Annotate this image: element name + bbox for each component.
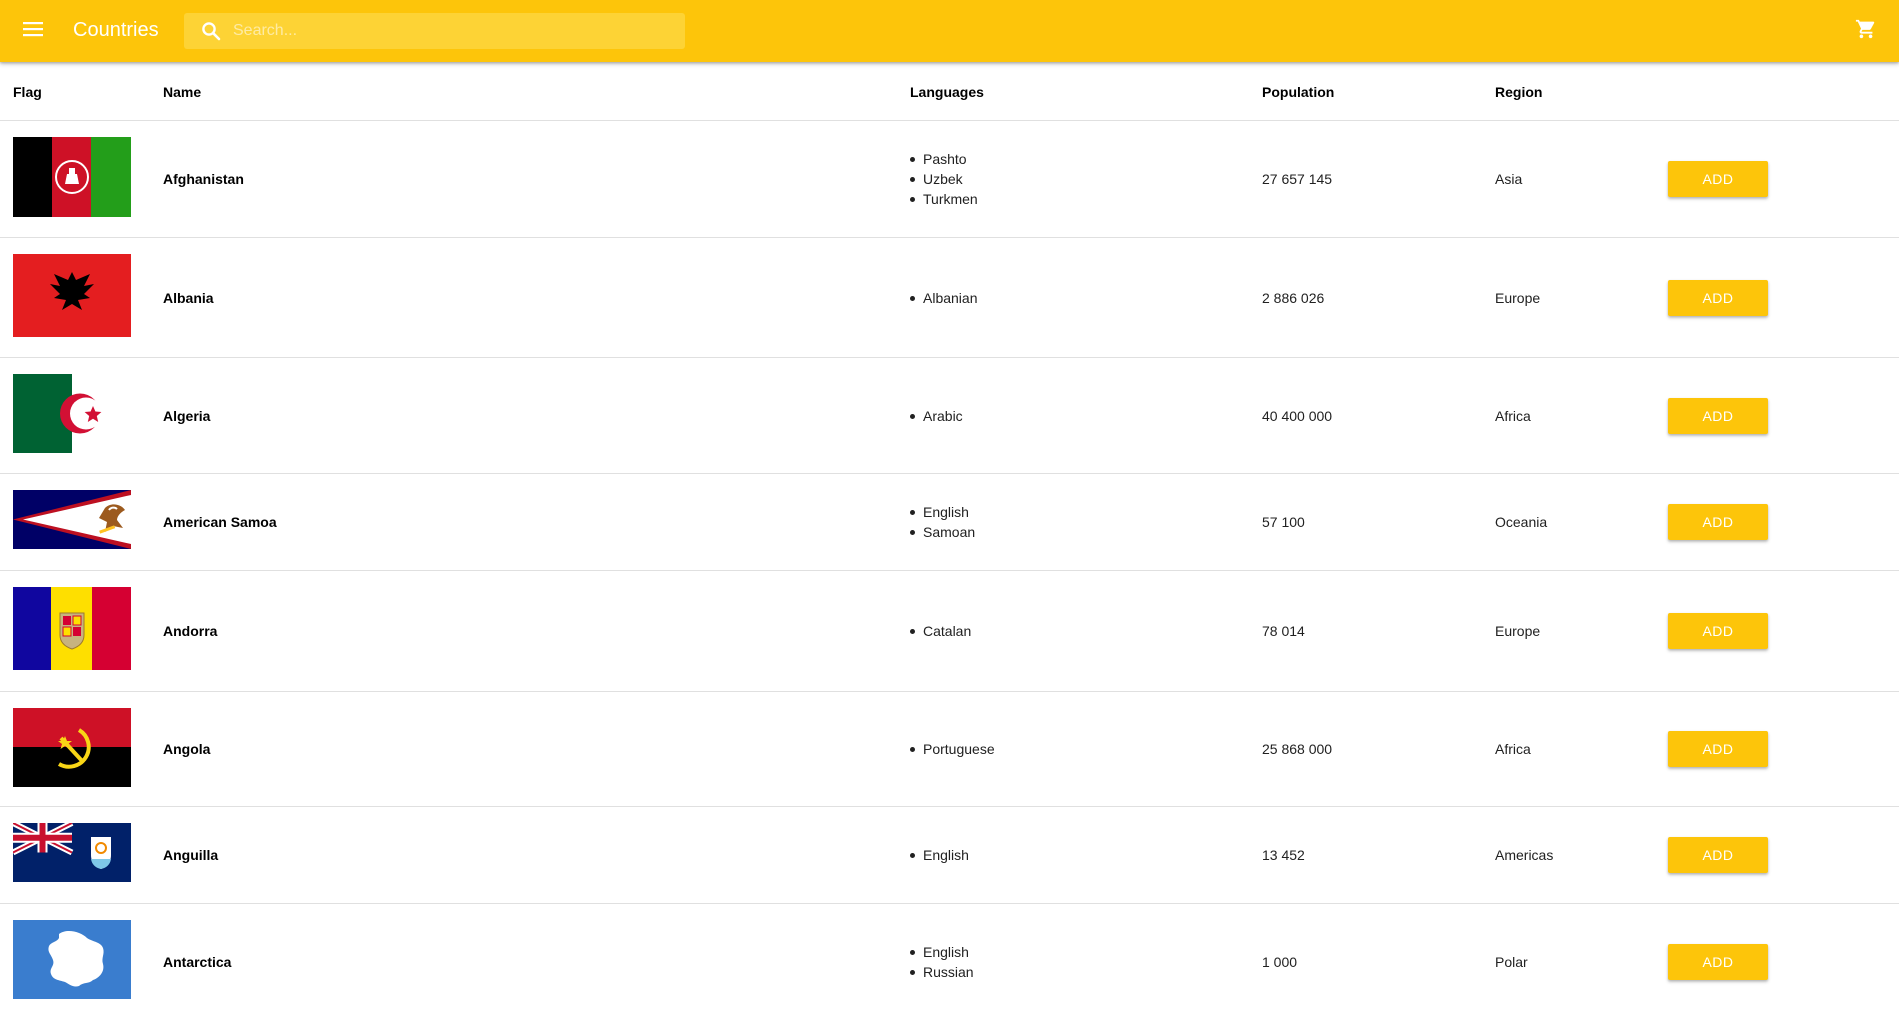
header-languages: Languages — [910, 84, 984, 100]
language-item: Russian — [910, 962, 974, 982]
language-item: English — [910, 845, 969, 865]
header-name: Name — [163, 84, 202, 100]
search-icon — [201, 21, 221, 41]
country-name: Afghanistan — [163, 171, 244, 187]
population-value: 78 014 — [1262, 623, 1305, 639]
region-value: Asia — [1495, 171, 1523, 187]
app-toolbar: Countries — [0, 0, 1899, 62]
population-value: 13 452 — [1262, 847, 1305, 863]
table-row: Angola Portuguese 25 868 000 Africa ADD — [0, 692, 1899, 807]
table-row: Algeria Arabic 40 400 000 Africa ADD — [0, 358, 1899, 474]
add-button[interactable]: ADD — [1668, 613, 1768, 649]
language-item: Catalan — [910, 621, 971, 641]
anguilla-flag — [13, 823, 131, 882]
add-button[interactable]: ADD — [1668, 504, 1768, 540]
country-name: Antarctica — [163, 954, 232, 970]
language-item: Uzbek — [910, 169, 978, 189]
region-value: Africa — [1495, 741, 1531, 757]
population-value: 2 886 026 — [1262, 290, 1325, 306]
country-name: Algeria — [163, 408, 211, 424]
language-item: Portuguese — [910, 739, 995, 759]
region-value: Europe — [1495, 623, 1541, 639]
language-item: Arabic — [910, 406, 963, 426]
table-header: Flag Name Languages Population Region — [0, 62, 1899, 121]
population-value: 57 100 — [1262, 514, 1305, 530]
add-button[interactable]: ADD — [1668, 161, 1768, 197]
countries-table: Flag Name Languages Population Region Af… — [0, 62, 1899, 1021]
language-item: English — [910, 942, 974, 962]
header-flag: Flag — [13, 84, 42, 100]
albania-flag — [13, 254, 131, 337]
table-row: Antarctica English Russian 1 000 Polar A… — [0, 904, 1899, 1021]
language-item: Turkmen — [910, 189, 978, 209]
shopping-cart-icon — [1855, 18, 1877, 45]
population-value: 27 657 145 — [1262, 171, 1333, 187]
language-item: Samoan — [910, 522, 975, 542]
search-input[interactable] — [231, 13, 671, 49]
american-samoa-flag — [13, 490, 131, 549]
angola-flag — [13, 708, 131, 787]
country-name: Angola — [163, 741, 211, 757]
region-value: Polar — [1495, 954, 1528, 970]
languages-list: Albanian — [910, 288, 978, 308]
language-item: Albanian — [910, 288, 978, 308]
table-row: Albania Albanian 2 886 026 Europe ADD — [0, 238, 1899, 358]
languages-list: Portuguese — [910, 739, 995, 759]
language-item: Pashto — [910, 149, 978, 169]
population-value: 40 400 000 — [1262, 408, 1333, 424]
add-button[interactable]: ADD — [1668, 280, 1768, 316]
antarctica-flag — [13, 920, 131, 999]
menu-icon — [23, 21, 43, 42]
header-population: Population — [1262, 84, 1335, 100]
population-value: 25 868 000 — [1262, 741, 1333, 757]
cart-button[interactable] — [1849, 14, 1883, 48]
search-box[interactable] — [184, 13, 685, 49]
andorra-flag — [13, 587, 131, 670]
header-region: Region — [1495, 84, 1543, 100]
languages-list: English — [910, 845, 969, 865]
table-row: Afghanistan Pashto Uzbek Turkmen 27 657 … — [0, 121, 1899, 238]
languages-list: Pashto Uzbek Turkmen — [910, 149, 978, 209]
region-value: Africa — [1495, 408, 1531, 424]
country-name: Anguilla — [163, 847, 219, 863]
afghanistan-flag — [13, 137, 131, 217]
algeria-flag — [13, 374, 131, 453]
region-value: Europe — [1495, 290, 1541, 306]
add-button[interactable]: ADD — [1668, 944, 1768, 980]
region-value: Americas — [1495, 847, 1554, 863]
languages-list: Catalan — [910, 621, 971, 641]
app-title: Countries — [73, 19, 159, 41]
table-row: Anguilla English 13 452 Americas ADD — [0, 807, 1899, 904]
table-row: American Samoa English Samoan 57 100 Oce… — [0, 474, 1899, 571]
add-button[interactable]: ADD — [1668, 837, 1768, 873]
country-name: Andorra — [163, 623, 218, 639]
menu-button[interactable] — [14, 12, 52, 50]
languages-list: English Russian — [910, 942, 974, 982]
languages-list: Arabic — [910, 406, 963, 426]
country-name: Albania — [163, 290, 214, 306]
region-value: Oceania — [1495, 514, 1548, 530]
add-button[interactable]: ADD — [1668, 731, 1768, 767]
population-value: 1 000 — [1262, 954, 1298, 970]
language-item: English — [910, 502, 975, 522]
languages-list: English Samoan — [910, 502, 975, 542]
add-button[interactable]: ADD — [1668, 398, 1768, 434]
country-name: American Samoa — [163, 514, 277, 530]
table-row: Andorra Catalan 78 014 Europe ADD — [0, 571, 1899, 692]
